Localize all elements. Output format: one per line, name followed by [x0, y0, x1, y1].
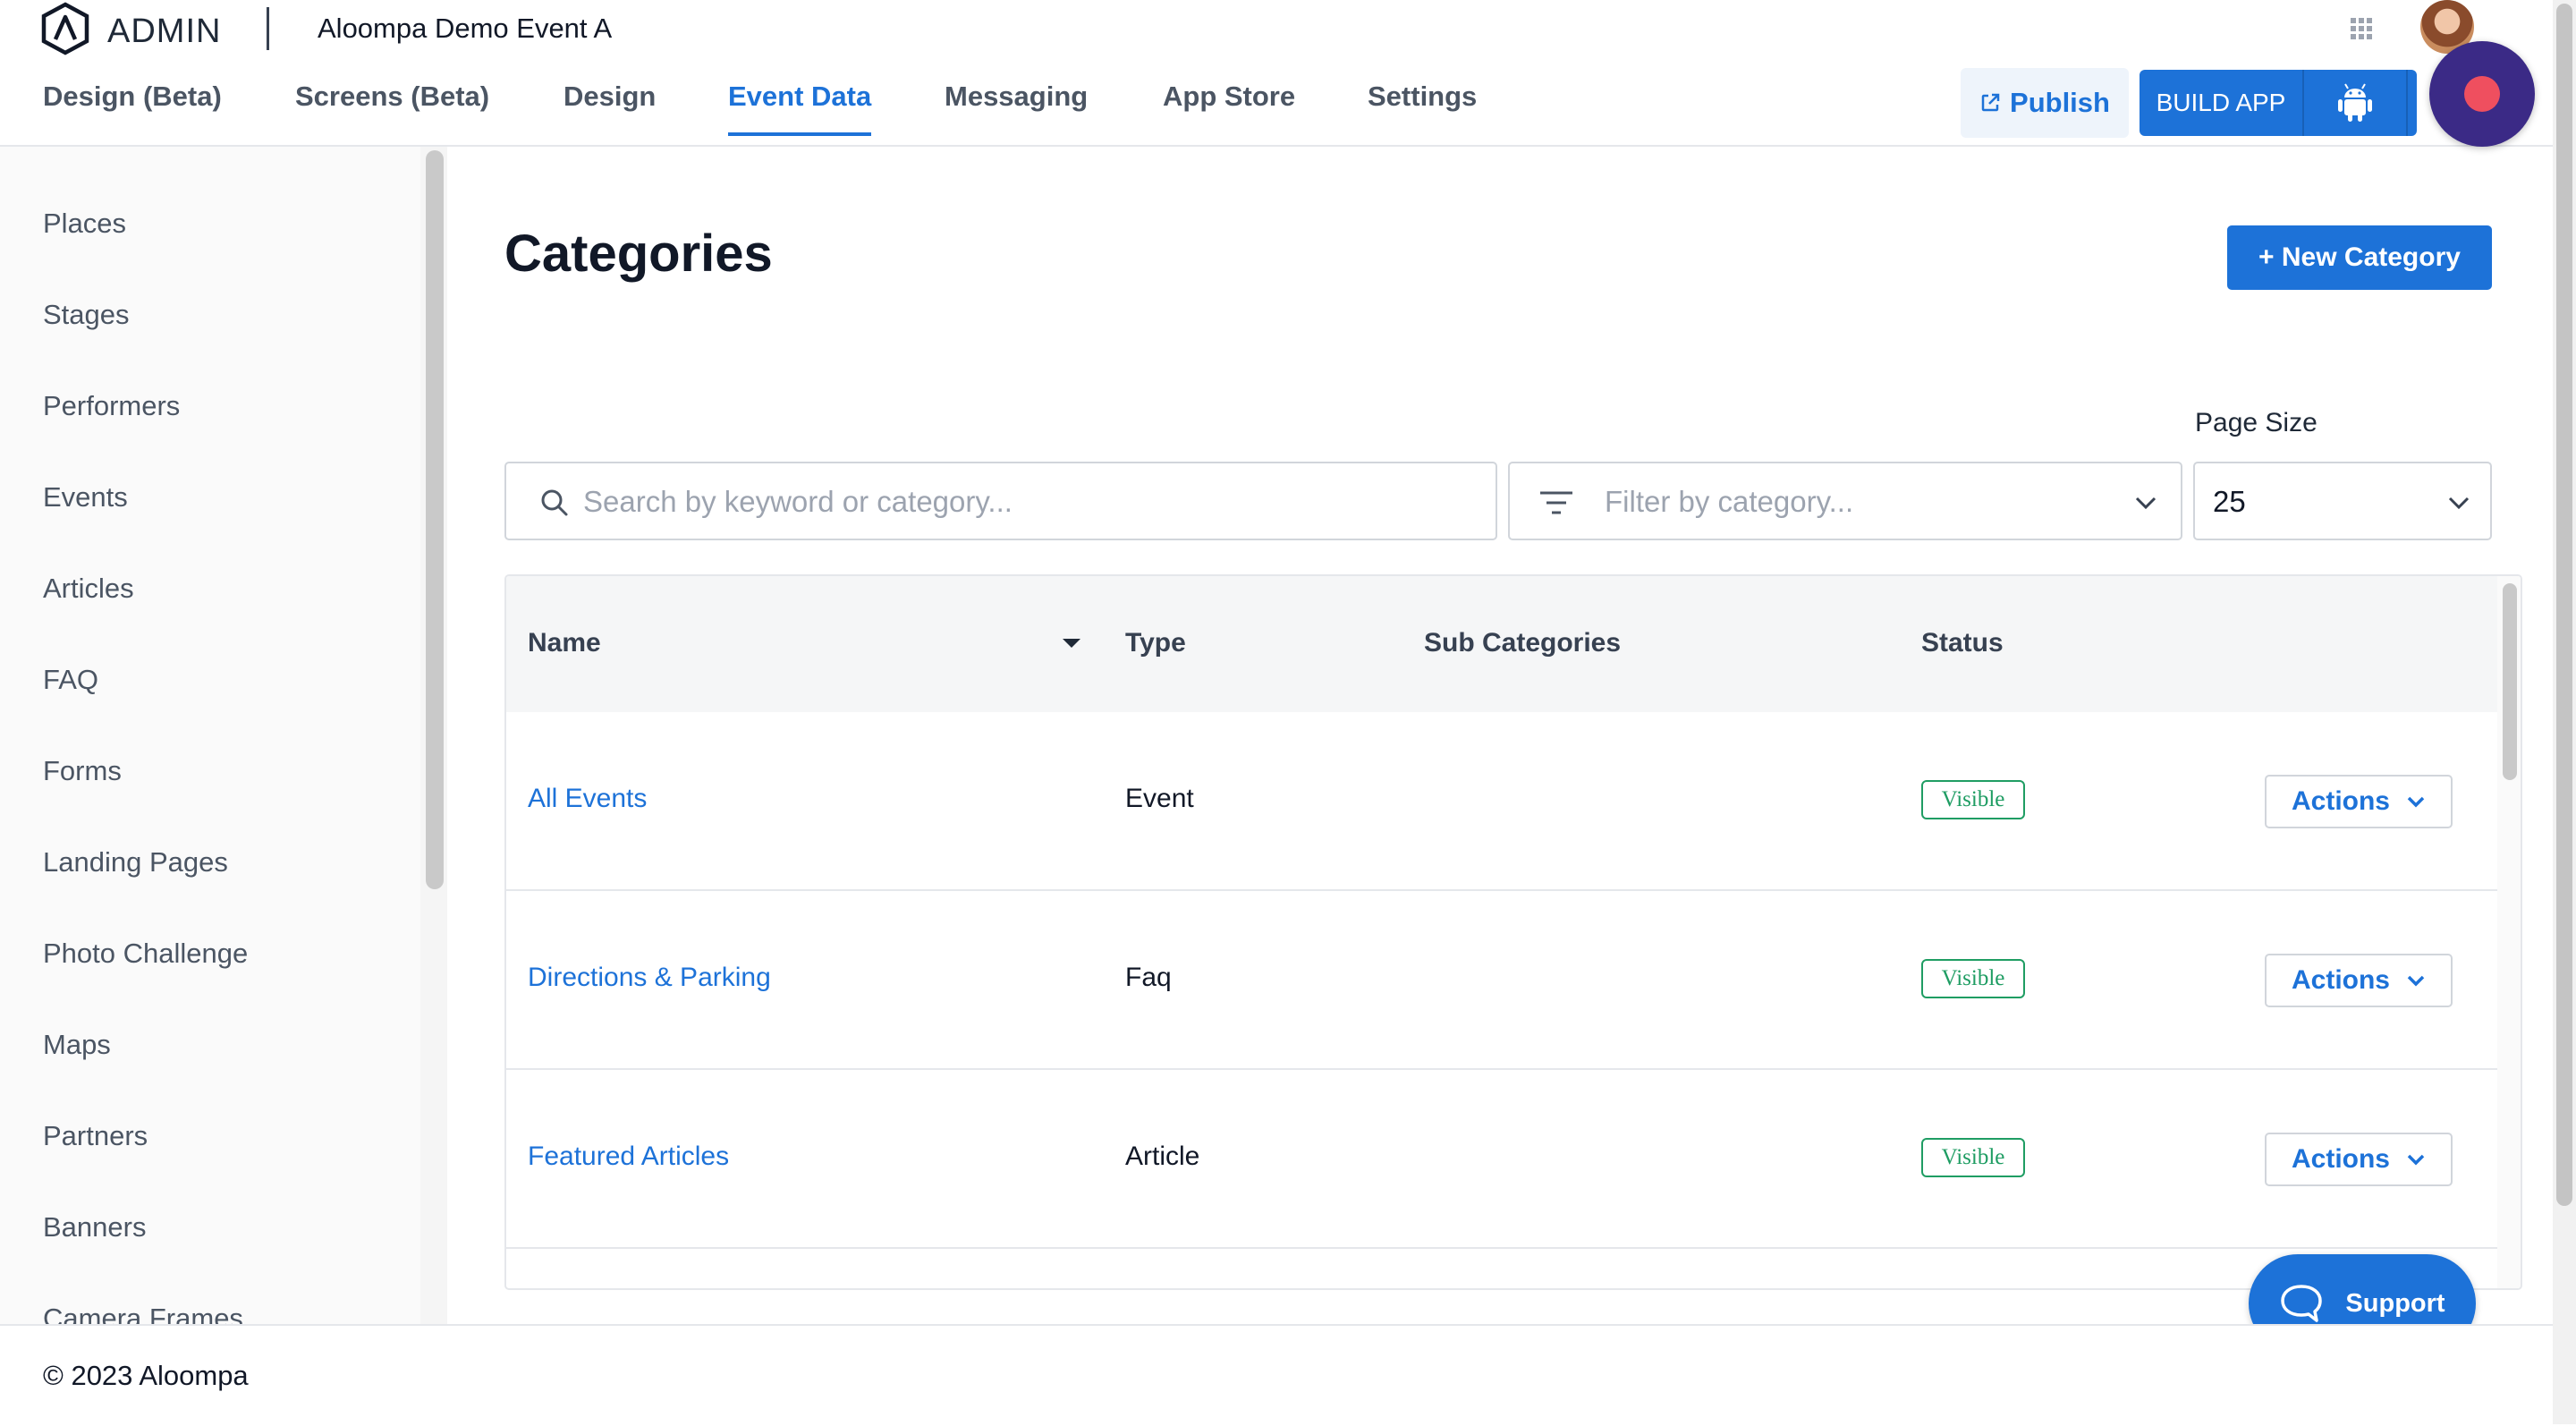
aloompa-logo-icon[interactable] [39, 2, 91, 55]
filter-placeholder: Filter by category... [1605, 485, 1854, 518]
column-header-status: Status [1921, 628, 2004, 658]
column-header-name[interactable]: Name [528, 628, 601, 658]
filter-icon [1540, 491, 1572, 514]
sidebar-item-camera-frames[interactable]: Camera Frames [43, 1303, 243, 1324]
category-filter-select[interactable]: Filter by category... [1508, 462, 2182, 540]
tab-app-store[interactable]: App Store [1163, 81, 1295, 132]
category-name-link[interactable]: Directions & Parking [528, 963, 771, 993]
external-link-icon [1981, 93, 2000, 112]
sidebar-item-stages[interactable]: Stages [43, 299, 130, 331]
table-row: Directions & Parking Faq Visible Actions [506, 891, 2497, 1070]
table-header: Name Type Sub Categories Status [506, 576, 2497, 714]
android-icon [2338, 83, 2372, 122]
table-scrollbar-thumb[interactable] [2503, 583, 2517, 780]
status-badge: Visible [1921, 780, 2025, 819]
actions-label: Actions [2291, 965, 2390, 995]
sidebar-item-landing-pages[interactable]: Landing Pages [43, 846, 228, 879]
actions-label: Actions [2291, 786, 2390, 816]
tab-screens-beta[interactable]: Screens (Beta) [295, 81, 489, 132]
page-size-value: 25 [2213, 485, 2246, 518]
category-type: Faq [1125, 963, 1172, 992]
actions-dropdown-button[interactable]: Actions [2265, 954, 2453, 1007]
tab-design-beta[interactable]: Design (Beta) [43, 81, 222, 132]
chevron-down-icon [2407, 975, 2425, 987]
table-row: All Events Event Visible Actions [506, 712, 2497, 891]
actions-dropdown-button[interactable]: Actions [2265, 775, 2453, 828]
tab-event-data[interactable]: Event Data [728, 81, 872, 136]
status-badge: Visible [1921, 959, 2025, 998]
screen-record-button[interactable] [2429, 41, 2535, 147]
page-title: Categories [504, 225, 773, 283]
category-type: Article [1125, 1142, 1200, 1171]
search-box [504, 462, 1497, 540]
copyright-text: © 2023 Aloompa [43, 1360, 249, 1391]
chevron-down-icon [2407, 796, 2425, 808]
event-selector[interactable]: Aloompa Demo Event A [318, 13, 612, 45]
actions-dropdown-button[interactable]: Actions [2265, 1133, 2453, 1186]
android-build-button[interactable] [2304, 70, 2408, 136]
status-badge: Visible [1921, 1138, 2025, 1177]
sidebar: Places Stages Performers Events Articles… [0, 147, 422, 1324]
new-category-button[interactable]: + New Category [2227, 225, 2492, 290]
build-app-group: BUILD APP [2140, 70, 2417, 136]
actions-label: Actions [2291, 1144, 2390, 1174]
page-scrollbar-thumb[interactable] [2556, 4, 2572, 1206]
sidebar-item-performers[interactable]: Performers [43, 390, 180, 422]
category-name-link[interactable]: Featured Articles [528, 1142, 729, 1172]
tab-design[interactable]: Design [564, 81, 656, 132]
chevron-down-icon [2407, 1154, 2425, 1166]
tab-messaging[interactable]: Messaging [945, 81, 1088, 132]
admin-logo-text: ADMIN [107, 13, 222, 50]
page-size-select[interactable]: 25 [2193, 462, 2492, 540]
page-size-label: Page Size [2195, 408, 2318, 437]
tab-settings[interactable]: Settings [1368, 81, 1477, 132]
chat-bubble-icon [2281, 1285, 2323, 1322]
publish-label: Publish [2010, 87, 2110, 118]
categories-table: Name Type Sub Categories Status All Even… [504, 574, 2522, 1290]
header-divider [267, 7, 269, 50]
category-type: Event [1125, 784, 1194, 813]
sidebar-item-partners[interactable]: Partners [43, 1120, 148, 1152]
top-bar: ADMIN Aloompa Demo Event A [0, 0, 2553, 61]
record-icon [2464, 76, 2500, 112]
chevron-down-icon [2448, 497, 2470, 510]
category-name-link[interactable]: All Events [528, 784, 647, 814]
sidebar-item-photo-challenge[interactable]: Photo Challenge [43, 938, 248, 970]
sidebar-scrollbar-thumb[interactable] [426, 150, 444, 889]
apps-grid-icon[interactable] [2349, 16, 2374, 41]
sidebar-item-maps[interactable]: Maps [43, 1029, 111, 1061]
sort-down-icon[interactable] [1061, 637, 1082, 649]
column-header-sub-categories: Sub Categories [1424, 628, 1622, 658]
build-app-button[interactable]: BUILD APP [2140, 70, 2304, 136]
sidebar-item-places[interactable]: Places [43, 208, 126, 240]
chevron-down-icon [2135, 497, 2157, 510]
table-row: Featured Articles Article Visible Action… [506, 1070, 2497, 1249]
footer: © 2023 Aloompa [0, 1324, 2553, 1426]
search-icon [541, 489, 568, 516]
sidebar-item-articles[interactable]: Articles [43, 573, 134, 605]
sidebar-item-events[interactable]: Events [43, 481, 128, 514]
main-nav: Design (Beta) Screens (Beta) Design Even… [0, 59, 2553, 147]
column-header-type: Type [1125, 628, 1186, 658]
sidebar-item-forms[interactable]: Forms [43, 755, 122, 787]
support-label: Support [2345, 1288, 2445, 1318]
sidebar-item-banners[interactable]: Banners [43, 1211, 146, 1244]
sidebar-item-faq[interactable]: FAQ [43, 664, 98, 696]
search-input[interactable] [581, 465, 1470, 539]
publish-button[interactable]: Publish [1961, 68, 2129, 138]
